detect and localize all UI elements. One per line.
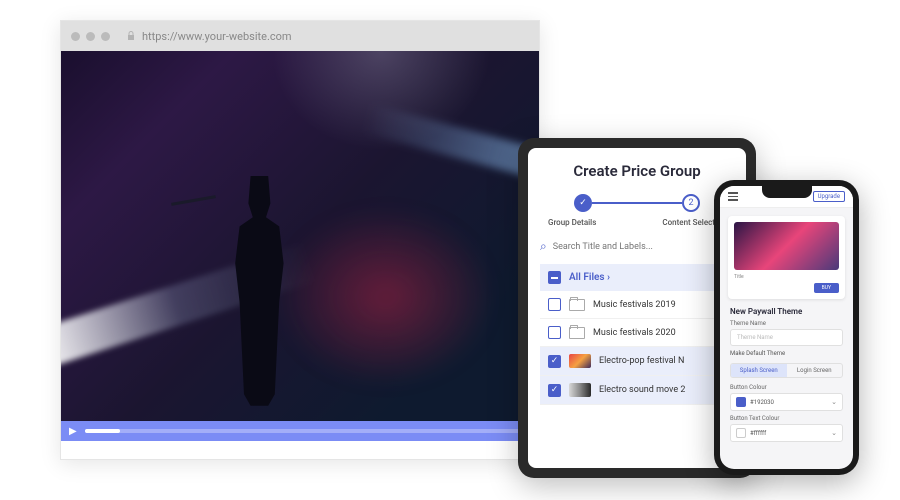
buy-button[interactable]: BUY (814, 283, 839, 293)
default-theme-toggle[interactable]: Make Default Theme (730, 350, 843, 357)
search-input[interactable] (553, 242, 734, 252)
section-title: New Paywall Theme (730, 307, 843, 316)
colour-swatch (736, 428, 746, 438)
window-dot (101, 32, 110, 41)
all-files-header[interactable]: All Files › (540, 264, 734, 291)
phone-screen: Upgrade Title BUY New Paywall Theme Them… (720, 186, 853, 469)
stage-glow (276, 207, 496, 387)
theme-name-label: Theme Name (730, 320, 843, 327)
chevron-down-icon: ⌄ (831, 429, 837, 437)
file-name: Music festivals 2020 (593, 328, 676, 338)
select-all-checkbox[interactable] (548, 271, 561, 284)
folder-icon (569, 327, 585, 339)
all-files-label[interactable]: All Files › (569, 272, 610, 283)
phone-notch (762, 186, 812, 198)
lock-icon (126, 31, 136, 41)
phone-device: Upgrade Title BUY New Paywall Theme Them… (714, 180, 859, 475)
file-checkbox[interactable] (548, 298, 561, 311)
upgrade-button[interactable]: Upgrade (813, 191, 845, 202)
button-colour-label: Button Colour (730, 384, 843, 391)
file-row[interactable]: Music festivals 2019 (540, 291, 734, 319)
file-checkbox[interactable] (548, 384, 561, 397)
colour-swatch (736, 397, 746, 407)
button-colour-picker[interactable]: #192030 ⌄ (730, 393, 843, 411)
browser-window: https://www.your-website.com ▶ (60, 20, 540, 460)
colour-value: #192030 (750, 399, 827, 406)
browser-chrome-bar: https://www.your-website.com (61, 21, 539, 51)
url-text: https://www.your-website.com (142, 30, 292, 43)
window-dot (86, 32, 95, 41)
step-connector (592, 202, 682, 204)
button-text-colour-picker[interactable]: #ffffff ⌄ (730, 424, 843, 442)
step-2-active[interactable]: 2 (682, 194, 700, 212)
microphone (171, 195, 216, 206)
file-checkbox[interactable] (548, 355, 561, 368)
file-row[interactable]: Music festivals 2020 (540, 319, 734, 347)
preview-title-label: Title (734, 274, 839, 280)
file-row[interactable]: Electro sound move 2 (540, 376, 734, 405)
preview-card: Title BUY (728, 216, 845, 299)
preview-thumbnail (734, 222, 839, 270)
step-1-label: Group Details (548, 218, 596, 227)
screen-tabs: Splash Screen Login Screen (730, 363, 843, 378)
tab-login[interactable]: Login Screen (787, 364, 843, 377)
progress-track[interactable] (85, 429, 531, 433)
stepper: ✓ 2 (540, 194, 734, 212)
url-bar[interactable]: https://www.your-website.com (126, 27, 529, 45)
step-labels: Group Details Content Selection (540, 218, 734, 227)
button-text-colour-label: Button Text Colour (730, 415, 843, 422)
file-row[interactable]: Electro-pop festival N (540, 347, 734, 376)
folder-icon (569, 299, 585, 311)
video-thumbnail (569, 354, 591, 368)
video-thumbnail (569, 383, 591, 397)
play-button-icon[interactable]: ▶ (69, 426, 77, 437)
file-name: Music festivals 2019 (593, 300, 676, 310)
tab-splash[interactable]: Splash Screen (731, 364, 787, 377)
file-name: Electro-pop festival N (599, 356, 684, 366)
step-1-complete-icon[interactable]: ✓ (574, 194, 592, 212)
progress-fill (85, 429, 121, 433)
file-name: Electro sound move 2 (599, 385, 685, 395)
page-title: Create Price Group (540, 162, 734, 180)
window-dot (71, 32, 80, 41)
colour-value: #ffffff (750, 430, 827, 437)
search-icon: ⌕ (540, 239, 547, 254)
search-row: ⌕ (540, 239, 734, 254)
video-content[interactable]: ▶ (61, 51, 539, 441)
file-checkbox[interactable] (548, 326, 561, 339)
theme-name-input[interactable]: Theme Name (730, 329, 843, 346)
default-theme-label: Make Default Theme (730, 350, 785, 357)
hamburger-icon[interactable] (728, 192, 738, 201)
chevron-down-icon: ⌄ (831, 398, 837, 406)
video-player-bar: ▶ (61, 421, 539, 441)
